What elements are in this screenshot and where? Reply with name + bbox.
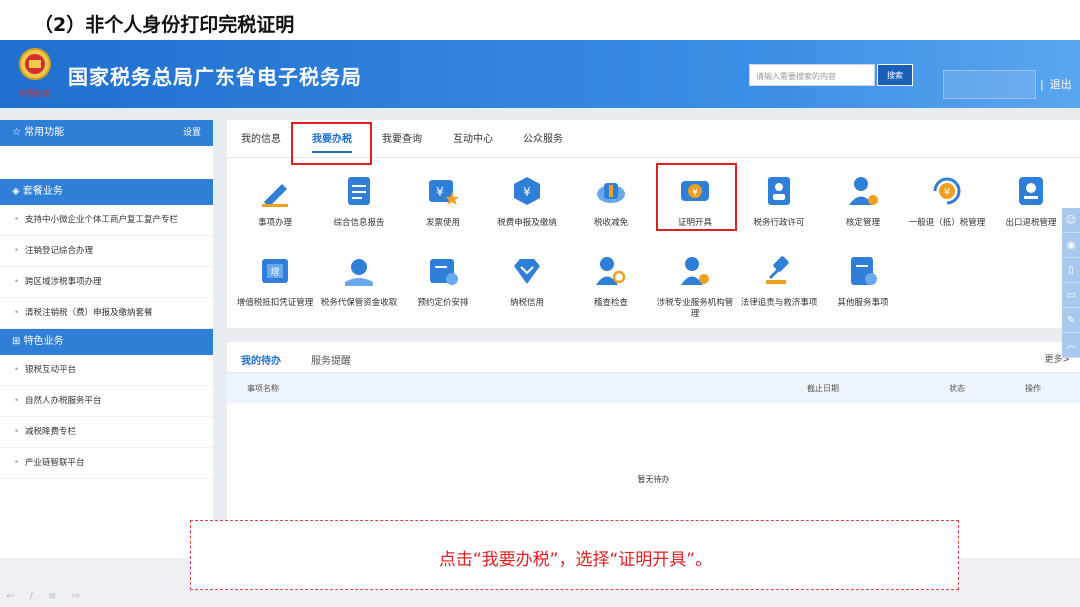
svg-text:¥: ¥ <box>523 185 531 199</box>
other-icon <box>851 257 877 285</box>
money-bag-icon <box>345 259 373 286</box>
site-header: 中国税务 国家税务总局广东省电子税务局 请输入需要搜索的内容 搜索 | 退出 <box>0 40 1080 108</box>
license-icon <box>768 177 790 205</box>
service-item[interactable]: 预约定价安排 <box>401 254 485 309</box>
service-item[interactable]: 事项办理 <box>233 174 317 229</box>
sidebar-item-special[interactable]: • 自然人办税服务平台 <box>0 386 213 417</box>
service-item[interactable]: 出口退税管理 <box>989 174 1073 229</box>
tab-my-todo[interactable]: 我的待办 <box>241 352 281 367</box>
edit-icon[interactable]: ✎ <box>1062 308 1080 333</box>
svg-text:中国税务: 中国税务 <box>19 88 51 98</box>
weibo-icon[interactable]: ◉ <box>1062 233 1080 258</box>
sidebar: ☆ 常用功能 设置 ◈ 套餐业务 • 支持中小微企业个体工商户复工复产专栏 • 注销… <box>0 120 213 558</box>
service-item[interactable]: ¥ 发票使用 <box>401 174 485 229</box>
sidebar-package-header[interactable]: ◈ 套餐业务 <box>0 179 213 205</box>
sidebar-item-package[interactable]: • 跨区域涉税事项办理 <box>0 267 213 298</box>
report-icon <box>348 177 370 205</box>
declare-icon: ¥ <box>514 177 540 205</box>
user-info-box[interactable] <box>943 70 1036 99</box>
inspect-icon <box>596 257 626 285</box>
service-item[interactable]: 稽查检查 <box>569 254 653 309</box>
tax-emblem-icon: 中国税务 <box>19 48 51 98</box>
empty-state: 暂无待办 <box>637 475 670 484</box>
floating-toolbar: ☺ ◉ ▯ ▭ ✎ ︿ <box>1062 208 1080 358</box>
site-title: 国家税务总局广东省电子税务局 <box>68 65 362 89</box>
vat-icon: 增 <box>262 259 288 283</box>
star-icon: ☆ <box>12 127 25 138</box>
chat-icon[interactable]: ☺ <box>1062 208 1080 233</box>
highlight-certificate-item <box>656 163 737 231</box>
instruction-text: 点击“我要办税”，选择“证明开具”。 <box>438 550 713 570</box>
sidebar-item-package[interactable]: • 清税注销税（费）申报及缴纳套餐 <box>0 298 213 329</box>
coins-icon <box>597 183 625 203</box>
sidebar-common-header[interactable]: ☆ 常用功能 设置 <box>0 120 213 146</box>
instruction-note: 点击“我要办税”，选择“证明开具”。 <box>190 520 959 590</box>
col-name: 事项名称 <box>247 384 279 393</box>
service-item[interactable]: 综合信息报告 <box>317 174 401 229</box>
search-input[interactable]: 请输入需要搜索的内容 <box>749 64 875 86</box>
tab-service-reminder[interactable]: 服务提醒 <box>311 352 351 367</box>
diamond-icon <box>514 259 540 284</box>
service-item[interactable]: 税务行政许可 <box>737 174 821 229</box>
gavel-icon <box>766 256 789 284</box>
pen-icon <box>262 184 288 207</box>
sidebar-item-package[interactable]: • 支持中小微企业个体工商户复工复产专栏 <box>0 205 213 236</box>
footer-tool-icons: ↩ ∕ ≡ ⇨ <box>6 591 87 602</box>
service-item[interactable]: 纳税信用 <box>485 254 569 309</box>
layers-icon: ◈ <box>12 186 23 197</box>
export-icon <box>1019 177 1043 205</box>
mobile-icon[interactable]: ▯ <box>1062 258 1080 283</box>
service-item[interactable]: 税务代保管资金收取 <box>317 254 401 309</box>
invoice-icon: ¥ <box>429 180 459 205</box>
tab-interaction[interactable]: 互动中心 <box>453 130 493 145</box>
service-item[interactable]: 其他服务事项 <box>821 254 905 309</box>
slide-title: （2）非个人身份打印完税证明 <box>34 14 295 36</box>
tab-query[interactable]: 我要查询 <box>382 130 422 145</box>
tab-my-info[interactable]: 我的信息 <box>241 130 281 145</box>
agency-icon <box>681 257 709 285</box>
refund-icon: ¥ <box>933 177 961 205</box>
calendar-icon <box>430 259 458 285</box>
svg-text:增: 增 <box>270 266 279 278</box>
col-deadline: 截止日期 <box>807 384 839 393</box>
back-to-top-icon[interactable]: ︿ <box>1062 333 1080 358</box>
sidebar-settings-link[interactable]: 设置 <box>183 120 201 146</box>
service-item[interactable]: 核定管理 <box>821 174 905 229</box>
sidebar-item-special[interactable]: • 产业链智联平台 <box>0 448 213 479</box>
todo-table-header: 事项名称 截止日期 状态 操作 <box>227 373 1080 403</box>
tablet-icon[interactable]: ▭ <box>1062 283 1080 308</box>
grid-icon: ⊞ <box>12 336 24 347</box>
logout-link[interactable]: | 退出 <box>1040 70 1072 99</box>
service-item[interactable]: 增 增值税抵扣凭证管理 <box>233 254 317 309</box>
service-item[interactable]: ¥ 税费申报及缴纳 <box>485 174 569 229</box>
service-item[interactable]: 涉税专业服务机构管理 <box>653 254 737 320</box>
service-item[interactable]: 税收减免 <box>569 174 653 229</box>
service-item[interactable]: ¥ 一般退（抵）税管理 <box>905 174 989 229</box>
svg-text:¥: ¥ <box>944 187 950 198</box>
col-action: 操作 <box>1025 384 1041 393</box>
search-button[interactable]: 搜索 <box>877 64 913 86</box>
sidebar-item-package[interactable]: • 注销登记综合办理 <box>0 236 213 267</box>
sidebar-item-special[interactable]: • 减税降费专栏 <box>0 417 213 448</box>
svg-text:¥: ¥ <box>436 185 444 199</box>
tab-public-service[interactable]: 公众服务 <box>523 130 563 145</box>
user-gear-icon <box>849 177 878 205</box>
sidebar-item-special[interactable]: • 银税互动平台 <box>0 355 213 386</box>
col-status: 状态 <box>949 384 965 393</box>
sidebar-special-header[interactable]: ⊞ 特色业务 <box>0 329 213 355</box>
service-item[interactable]: 法律追责与救济事项 <box>737 254 821 309</box>
highlight-handle-tax-tab <box>291 122 372 165</box>
